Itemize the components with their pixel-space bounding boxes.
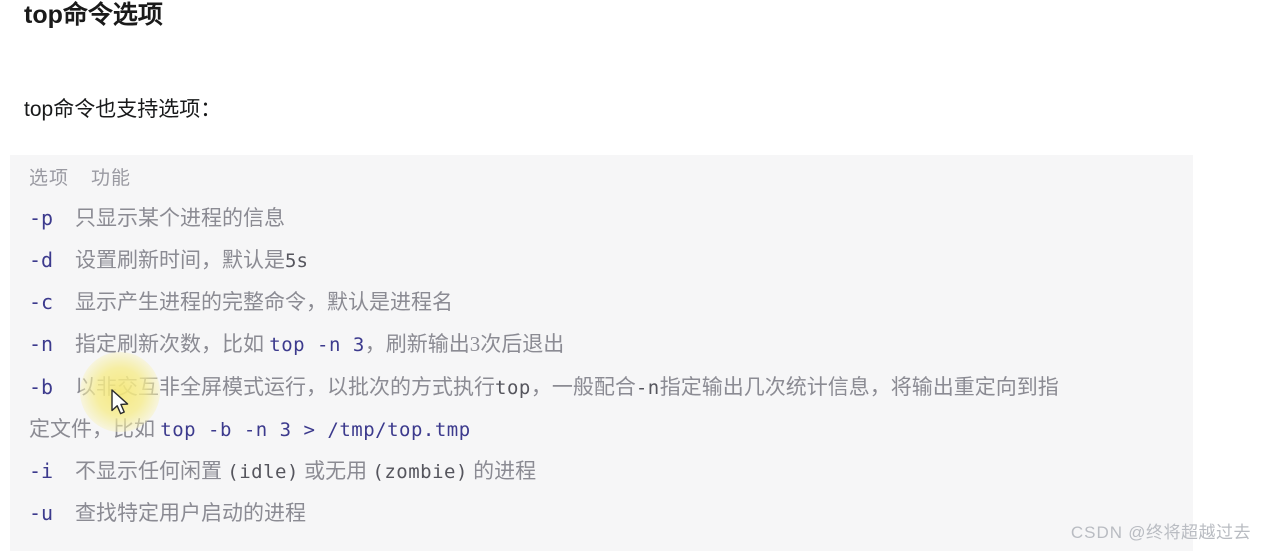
table-row: -c 显示产生进程的完整命令，默认是进程名 [29,289,453,316]
description-text: 指定输出几次统计信息，将输出重定向到指 [659,375,1059,399]
option-description: 以非交互非全屏模式运行，以批次的方式执行top，一般配合-n指定输出几次统计信息… [75,375,1059,399]
table-row: -u 查找特定用户启动的进程 [29,500,306,527]
intro-paragraph: top命令也支持选项： [24,98,222,121]
option-flag: -b [29,375,54,399]
description-text: 或无用 [298,459,373,483]
inline-code: top -n 3 [269,334,365,356]
inline-code: top -b -n 3 > /tmp/top.tmp [160,419,471,441]
page-title: top命令选项 [24,1,163,29]
option-flag: -i [29,459,54,483]
option-description: 查找特定用户启动的进程 [75,501,306,525]
inline-code: (zombie) [372,461,468,483]
table-row: -i 不显示任何闲置 (idle) 或无用 (zombie) 的进程 [29,458,536,485]
table-row: -n 指定刷新次数，比如 top -n 3，刷新输出3次后退出 [29,331,564,358]
table-header-option: 选项 [29,168,70,189]
option-description: 不显示任何闲置 (idle) 或无用 (zombie) 的进程 [75,459,536,483]
description-text: ，一般配合 [530,375,636,399]
watermark-author: @终将超越过去 [1128,523,1251,542]
watermark: CSDN @终将超越过去 [1071,518,1251,543]
table-header-function: 功能 [91,168,132,189]
table-row: -b 以非交互非全屏模式运行，以批次的方式执行top，一般配合-n指定输出几次统计… [29,374,1059,401]
description-value: 5s [285,250,308,272]
option-flag: -n [29,332,54,356]
option-description: 显示产生进程的完整命令，默认是进程名 [75,290,453,314]
table-row: -p 只显示某个进程的信息 [29,205,285,232]
description-text: 以非交互非全屏模式运行，以批次的方式执行 [75,375,495,399]
description-text: 的进程 [467,459,537,483]
option-flag: -u [29,501,54,525]
option-flag: -p [29,206,54,230]
inline-code: -n [635,377,660,399]
option-flag: -d [29,248,54,272]
description-text: 不显示任何闲置 [75,459,228,483]
option-description: 只显示某个进程的信息 [75,206,285,230]
table-header-row: 选项 功能 [29,163,131,190]
inline-code: top [495,377,531,399]
option-description: 指定刷新次数，比如 top -n 3，刷新输出3次后退出 [75,332,564,356]
watermark-brand: CSDN [1070,523,1123,542]
description-text: 定文件，比如 [29,417,161,441]
option-description: 设置刷新时间，默认是5s [75,248,308,272]
option-flag: -c [29,290,54,314]
inline-code: (idle) [227,461,299,483]
description-text: ，刷新输出3次后退出 [364,332,565,356]
table-row: -d 设置刷新时间，默认是5s [29,247,308,274]
table-row-continuation: 定文件，比如 top -b -n 3 > /tmp/top.tmp [29,416,471,443]
description-text: 设置刷新时间，默认是 [75,248,285,272]
options-table-block: 选项 功能 -p 只显示某个进程的信息 -d 设置刷新时间，默认是5s -c 显示产生进… [10,155,1193,551]
description-text: 指定刷新次数，比如 [75,332,270,356]
